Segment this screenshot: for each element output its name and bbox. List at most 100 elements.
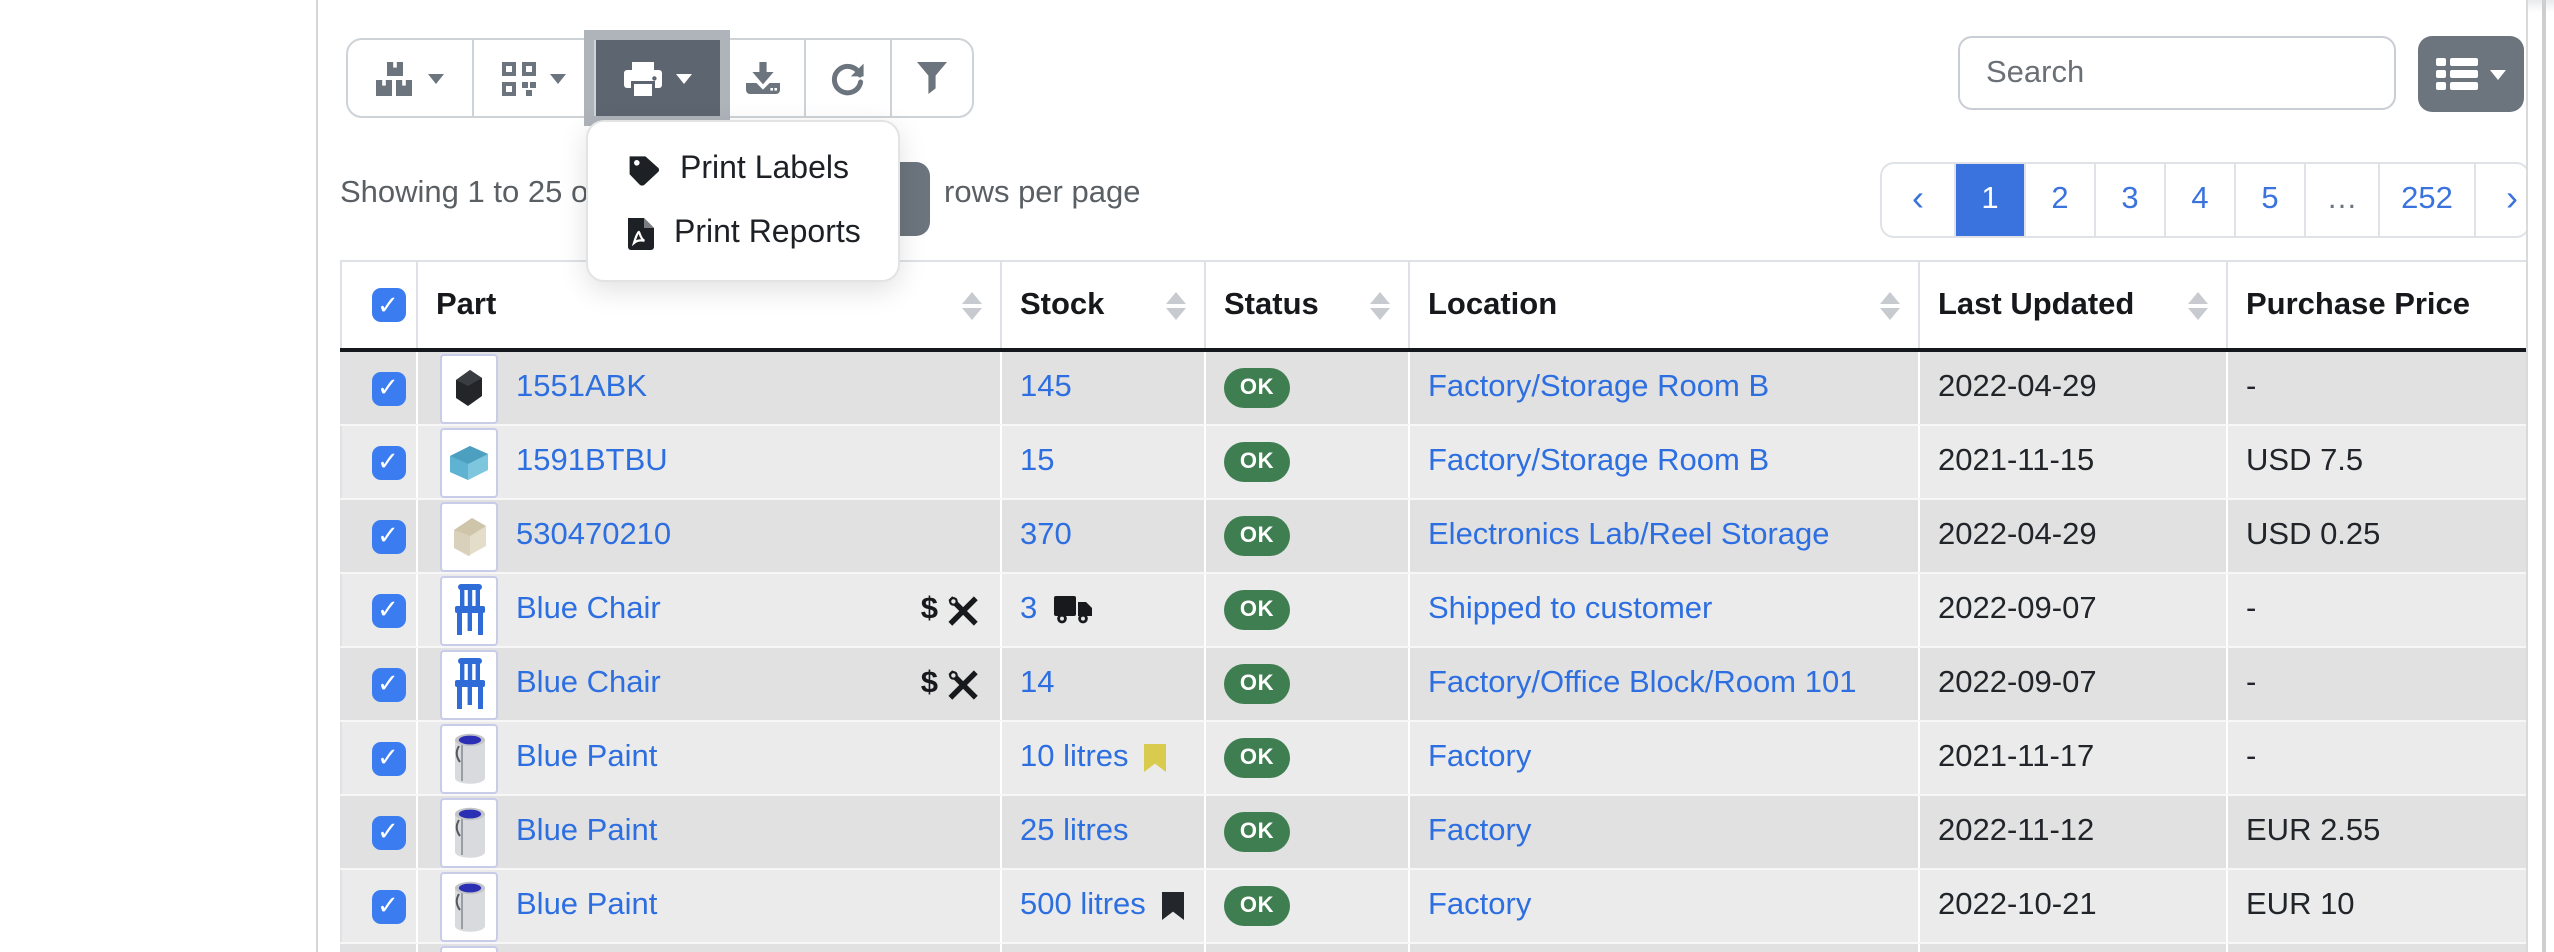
status-cell: OK [1205, 425, 1409, 499]
status-badge: OK [1224, 516, 1290, 556]
filter-table-button[interactable] [890, 40, 972, 116]
chevron-down-icon [676, 74, 692, 92]
paint-can-thumb [440, 797, 498, 867]
column-header-last-updated[interactable]: Last Updated [1919, 261, 2227, 350]
part-link[interactable]: Blue Chair [516, 666, 661, 702]
location-cell: Factory [1409, 721, 1919, 795]
part-cell: 1591BTBU [417, 425, 1001, 499]
last-updated-cell: 2022-04-29 [1919, 499, 2227, 573]
location-link[interactable]: Factory/Storage Room B [1428, 444, 1769, 478]
row-select-cell: ✓ [341, 647, 417, 721]
sort-asc-icon [962, 291, 982, 303]
pagination-page-3[interactable]: 3 [2094, 164, 2164, 236]
sort-desc-icon [2188, 307, 2208, 319]
part-link[interactable]: 530470210 [516, 518, 671, 554]
pagination-page-252[interactable]: 252 [2378, 164, 2474, 236]
sort-arrows-icon[interactable] [1370, 291, 1390, 319]
part-link[interactable]: Blue Paint [516, 814, 657, 850]
last-updated-cell: 2022-10-21 [1919, 869, 2227, 943]
pagination-page-4[interactable]: 4 [2164, 164, 2234, 236]
download-data-button[interactable] [720, 40, 804, 116]
sort-arrows-icon[interactable] [1166, 291, 1186, 319]
sort-arrows-icon[interactable] [2188, 291, 2208, 319]
price-flag-icon: $ [921, 592, 938, 628]
row-checkbox[interactable]: ✓ [371, 667, 405, 701]
stock-cell: 370 [1001, 499, 1205, 573]
stock-link[interactable]: 10 litres [1020, 740, 1129, 776]
column-header-status[interactable]: Status [1205, 261, 1409, 350]
pagination-next[interactable]: › [2474, 164, 2528, 236]
location-link[interactable]: Factory/Office Block/Room 101 [1428, 666, 1856, 700]
stock-link[interactable]: 3 [1020, 592, 1037, 628]
table-row: ✓ 1591BTBU 15 OK Factory/Storage Room B 2021-… [341, 425, 2527, 499]
chevron-down-icon [428, 74, 444, 92]
row-checkbox[interactable]: ✓ [371, 371, 405, 405]
status-cell [1205, 943, 1409, 952]
row-checkbox[interactable]: ✓ [371, 889, 405, 923]
refresh-table-button[interactable] [804, 40, 890, 116]
column-label: Location [1428, 287, 1557, 321]
column-header-stock[interactable]: Stock [1001, 261, 1205, 350]
row-checkbox[interactable]: ✓ [371, 741, 405, 775]
column-header-purchase-price: Purchase Price [2227, 261, 2527, 350]
stock-link[interactable]: 15 [1020, 444, 1055, 480]
last-updated-cell: 2021-11-15 [1919, 425, 2227, 499]
stock-link[interactable]: 25 litres [1020, 814, 1129, 850]
row-checkbox[interactable]: ✓ [371, 519, 405, 553]
part-link[interactable]: 1551ABK [516, 370, 647, 406]
location-link[interactable]: Electronics Lab/Reel Storage [1428, 518, 1830, 552]
location-cell: Electronics Lab/Reel Storage [1409, 499, 1919, 573]
part-link[interactable]: Blue Paint [516, 888, 657, 924]
columns-button[interactable] [2418, 36, 2524, 112]
stock-wrap: 145 [1020, 370, 1204, 406]
printing-actions-button[interactable] [594, 40, 720, 116]
pagination: ‹12345…252› [1880, 162, 2528, 238]
pagination-prev[interactable]: ‹ [1882, 164, 1954, 236]
location-cell: Shipped to customer [1409, 573, 1919, 647]
table-row: ✓1551ABK145OKFactory/Storage Room B2022-… [341, 350, 2527, 425]
location-link[interactable]: Factory [1428, 740, 1531, 774]
row-checkbox[interactable]: ✓ [371, 593, 405, 627]
select-all-checkbox[interactable]: ✓ [371, 288, 405, 322]
price-flag-icon: $ [921, 666, 938, 702]
location-link[interactable]: Shipped to customer [1428, 592, 1712, 626]
scrollbar-track[interactable] [2542, 0, 2546, 952]
pagination-page-2[interactable]: 2 [2024, 164, 2094, 236]
column-label: Stock [1020, 287, 1104, 321]
part-cell: Blue Paint [417, 869, 1001, 943]
row-checkbox[interactable]: ✓ [371, 815, 405, 849]
part-link[interactable]: Blue Paint [516, 740, 657, 776]
stock-link[interactable]: 145 [1020, 370, 1072, 406]
page: Showing 1 to 25 o rows per page ‹12345…2… [0, 0, 2554, 952]
part-link[interactable]: 1591BTBU [516, 444, 668, 480]
menu-item-print-reports[interactable]: Print Reports [588, 202, 898, 266]
stock-wrap: 10 litres [1020, 740, 1204, 776]
location-link[interactable]: Factory [1428, 888, 1531, 922]
status-badge: OK [1224, 812, 1290, 852]
sort-asc-icon [1166, 291, 1186, 303]
stock-link[interactable]: 370 [1020, 518, 1072, 554]
pagination-page-5[interactable]: 5 [2234, 164, 2304, 236]
rows-per-page-label: rows per page [944, 176, 1140, 212]
purchase-price-cell: USD 7.5 [2227, 425, 2527, 499]
status-badge: OK [1224, 738, 1290, 778]
row-checkbox[interactable]: ✓ [371, 445, 405, 479]
sort-arrows-icon[interactable] [962, 291, 982, 319]
column-header-location[interactable]: Location [1409, 261, 1919, 350]
filter-icon [916, 62, 948, 94]
location-link[interactable]: Factory [1428, 814, 1531, 848]
part-link[interactable]: Blue Chair [516, 592, 661, 628]
pagination-page-1[interactable]: 1 [1954, 164, 2024, 236]
location-link[interactable]: Factory/Storage Room B [1428, 370, 1769, 404]
barcode-actions-button[interactable] [472, 40, 594, 116]
stock-link[interactable]: 500 litres [1020, 888, 1146, 924]
part-cell-inner: Blue Paint [436, 871, 1000, 941]
location-cell: Factory/Storage Room B [1409, 425, 1919, 499]
menu-item-print-labels[interactable]: Print Labels [588, 138, 898, 202]
sort-arrows-icon[interactable] [1880, 291, 1900, 319]
stock-link[interactable]: 14 [1020, 666, 1055, 702]
search-input[interactable] [1958, 36, 2396, 110]
table-row: ✓ 530470210 370 OK Electronics Lab/Reel Stor… [341, 499, 2527, 573]
stock-options-button[interactable] [348, 40, 472, 116]
table-row: ✓$ [341, 943, 2527, 952]
